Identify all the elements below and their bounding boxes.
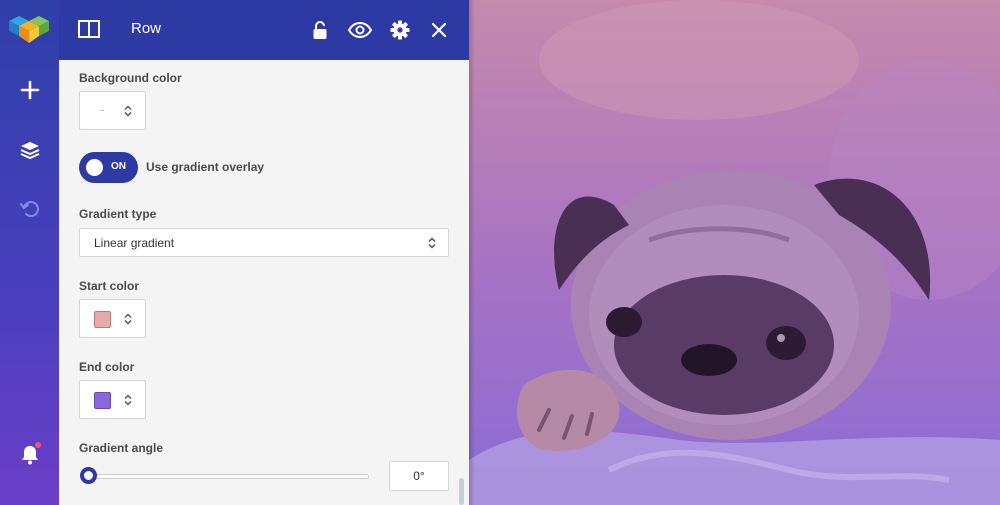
hide-button[interactable]: [347, 18, 373, 42]
undo-button[interactable]: [0, 189, 59, 229]
undo-icon: [19, 201, 39, 217]
start-color-picker[interactable]: [79, 299, 146, 338]
updown-arrow-icon: [124, 394, 132, 406]
logo-icon[interactable]: [9, 13, 50, 45]
panel-shadow: [469, 0, 475, 505]
gradient-angle-slider-track[interactable]: [87, 474, 369, 479]
layout-icon: [78, 20, 100, 38]
layers-icon: [20, 142, 39, 159]
gradient-angle-input[interactable]: 0°: [389, 461, 449, 491]
panel-scrollbar[interactable]: [459, 478, 464, 505]
settings-button[interactable]: [388, 18, 412, 42]
gradient-overlay-toggle[interactable]: ON: [79, 152, 138, 183]
plus-icon: [20, 80, 39, 100]
background-color-picker[interactable]: -: [79, 91, 146, 130]
toggle-state: ON: [111, 161, 126, 172]
start-color-label: Start color: [79, 279, 140, 293]
gear-icon: [390, 20, 410, 40]
end-color-label: End color: [79, 360, 135, 374]
gradient-type-value: Linear gradient: [94, 236, 175, 250]
updown-arrow-icon: [428, 237, 436, 249]
end-color-swatch: [94, 392, 111, 409]
eye-icon: [348, 22, 372, 38]
gradient-angle-label: Gradient angle: [79, 441, 164, 455]
close-button[interactable]: [427, 18, 451, 42]
gradient-angle-slider-handle[interactable]: [80, 467, 97, 484]
panel-title: Row: [131, 20, 162, 37]
navbar: [0, 0, 59, 505]
dog-photo: [469, 0, 1000, 505]
background-color-value: -: [100, 102, 105, 117]
row-layout-button[interactable]: [78, 20, 100, 43]
notifications-button[interactable]: [0, 435, 59, 475]
end-color-picker[interactable]: [79, 380, 146, 419]
gradient-overlay-label: Use gradient overlay: [146, 160, 265, 174]
tree-view-button[interactable]: [0, 130, 59, 170]
gradient-type-label: Gradient type: [79, 207, 157, 221]
notification-badge: [35, 442, 41, 448]
lock-icon: [313, 21, 327, 39]
background-color-label: Background color: [79, 71, 182, 85]
add-element-button[interactable]: [0, 70, 59, 110]
start-color-swatch: [94, 311, 111, 328]
updown-arrow-icon: [124, 313, 132, 325]
preview-image: [469, 0, 1000, 505]
lock-button[interactable]: [308, 18, 332, 42]
bell-icon: [21, 446, 38, 465]
toggle-knob: [86, 159, 103, 176]
updown-arrow-icon: [124, 105, 132, 117]
panel-header: Row: [59, 0, 469, 60]
gradient-type-select[interactable]: Linear gradient: [79, 228, 449, 257]
close-icon: [431, 22, 447, 38]
edit-form: Background color - ON Use gradient overl…: [59, 60, 469, 505]
